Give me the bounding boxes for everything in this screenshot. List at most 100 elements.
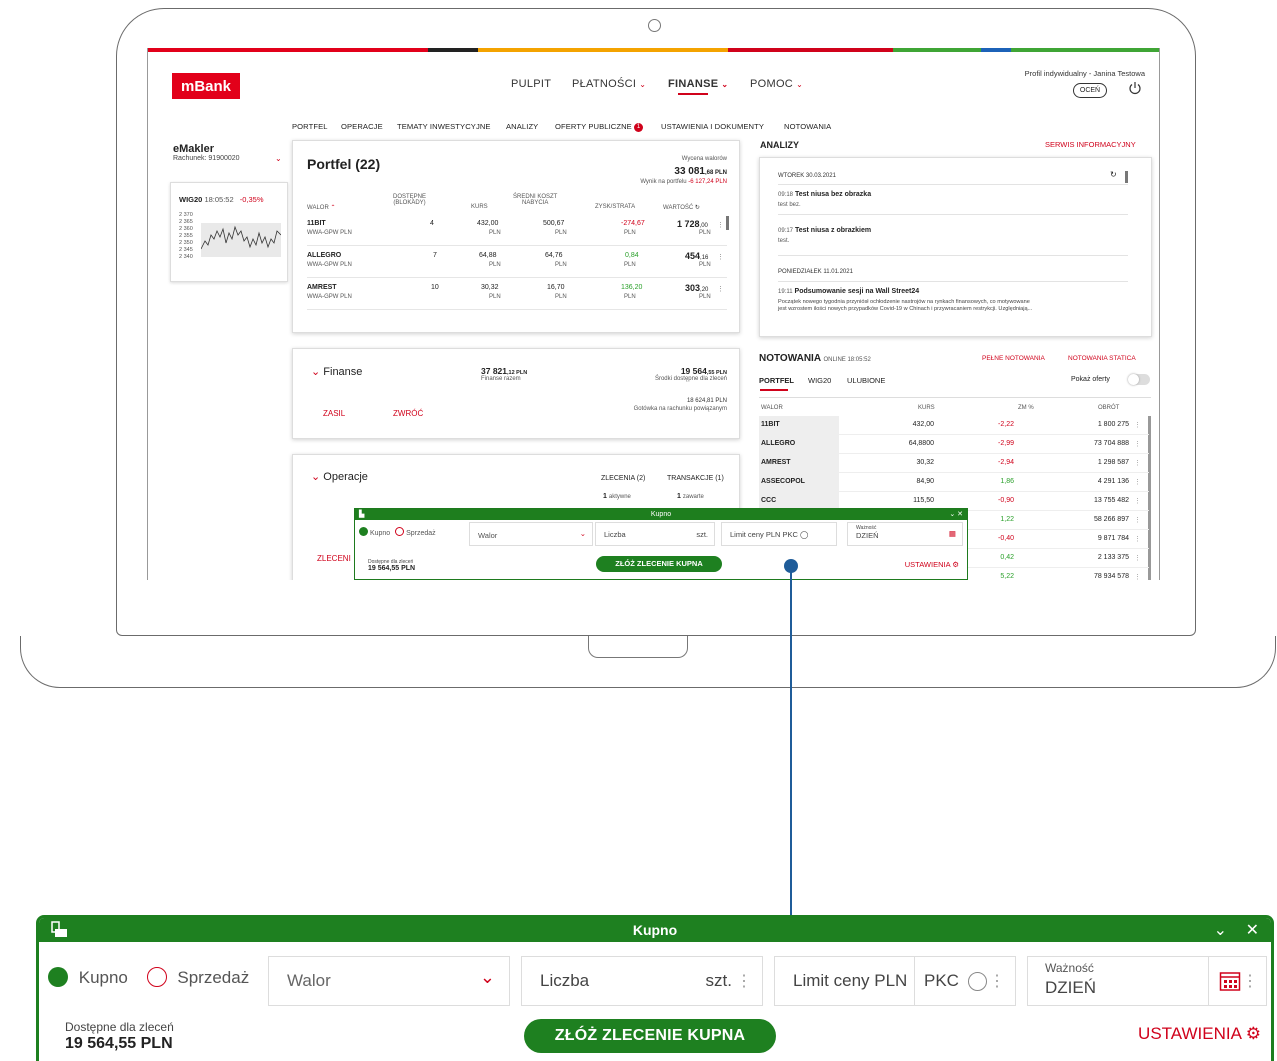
calendar-icon[interactable]: [1219, 970, 1241, 992]
operacje-toggle[interactable]: ⌄ Operacje: [311, 470, 368, 483]
more-icon[interactable]: ⋮: [1134, 535, 1141, 543]
table-row[interactable]: AMREST WWA-GPW PLN 10 30,32 PLN 16,70 PL…: [307, 279, 727, 310]
wig-tick: 2 345: [179, 247, 193, 253]
more-icon[interactable]: ⋮: [1134, 497, 1141, 505]
subnav-portfel[interactable]: PORTFEL: [292, 122, 328, 131]
transakcje-tab[interactable]: TRANSAKCJE (1): [667, 475, 724, 482]
nav-pomoc[interactable]: POMOC ⌄: [750, 78, 803, 90]
more-icon[interactable]: ⋮: [989, 971, 1005, 991]
table-row[interactable]: ASSECOPOL 84,90 1,86 4 291 136 ⋮: [759, 473, 1149, 492]
kurs-value: 84,90: [916, 478, 934, 485]
wig-tick: 2 370: [179, 212, 193, 218]
sell-label[interactable]: Sprzedaż: [177, 968, 249, 987]
more-icon[interactable]: ⋮: [1242, 971, 1258, 991]
waznosc-field[interactable]: Ważność DZIEŃ ⋮: [1027, 956, 1267, 1006]
ocen-button[interactable]: OCEŃ: [1073, 83, 1107, 98]
wig20-sparkline: [201, 223, 281, 257]
mbank-logo[interactable]: mBank: [172, 73, 240, 99]
news-item[interactable]: 09:17 Test niusa z obrazkiem: [778, 227, 871, 234]
tab-wig20[interactable]: WIG20: [808, 376, 831, 385]
news-item[interactable]: 09:18 Test niusa bez obrazka: [778, 191, 871, 198]
wig-tick: 2 355: [179, 233, 193, 239]
more-icon[interactable]: ⋮: [1134, 516, 1141, 524]
buy-radio-icon[interactable]: [48, 967, 68, 987]
subnav-notowania[interactable]: NOTOWANIA: [784, 122, 831, 131]
subnav-oferty[interactable]: OFERTY PUBLICZNE 1: [555, 122, 644, 132]
zm-value: 0,42: [1000, 554, 1014, 561]
tab-portfel[interactable]: PORTFEL: [759, 376, 794, 385]
col-zm: ZM %: [1018, 405, 1034, 411]
mini-order-bar: Kupno ▙ ⌄ ✕ Kupno Sprzedaż Walor ⌄ Liczba…: [354, 508, 968, 580]
col-walor[interactable]: WALOR ⌃: [307, 204, 335, 211]
logout-icon[interactable]: [1128, 81, 1142, 95]
finanse-toggle[interactable]: ⌄ Finanse: [311, 365, 362, 378]
table-row[interactable]: ALLEGRO 64,8800 -2,99 73 704 888 ⋮: [759, 435, 1149, 454]
finanse-total: 37 821,12 PLN: [481, 366, 528, 376]
subnav-analizy[interactable]: ANALIZY: [506, 122, 538, 131]
zlecenia-tab[interactable]: ZLECENIA (2): [601, 475, 645, 482]
wig20-card[interactable]: WIG20 18:05:52 -0,35% 2 370 2 365 2 360 …: [170, 182, 288, 282]
chevron-down-icon[interactable]: ⌄: [275, 154, 282, 163]
subnav-tematy[interactable]: TEMATY INWESTYCYJNE: [397, 122, 491, 131]
limit-input[interactable]: Limit ceny PLN PKC ⋮: [774, 956, 1016, 1006]
more-icon[interactable]: ⋮: [717, 285, 724, 293]
mini-walor-select[interactable]: Walor ⌄: [469, 522, 593, 546]
table-row[interactable]: 11BIT 432,00 -2,22 1 800 275 ⋮: [759, 416, 1149, 435]
mini-submit-button[interactable]: ZŁÓŻ ZLECENIE KUPNA: [596, 556, 722, 572]
mini-waznosc[interactable]: Ważność DZIEŃ ▦: [847, 522, 963, 546]
walor-select[interactable]: Walor ⌄: [268, 956, 510, 1006]
nav-platnosci[interactable]: PŁATNOŚCI ⌄: [572, 78, 646, 90]
pkc-radio-icon[interactable]: [968, 972, 987, 991]
finanse-available: 19 564,55 PLN: [680, 366, 727, 376]
mini-limit-input[interactable]: Limit ceny PLN PKC ◯: [721, 522, 837, 546]
account-number[interactable]: Rachunek: 91900020: [173, 155, 240, 162]
scrollbar[interactable]: [1125, 171, 1128, 183]
minimize-close-icons[interactable]: ⌄ ✕: [949, 509, 963, 520]
mini-settings-link[interactable]: USTAWIENIA ⚙: [905, 560, 959, 569]
mini-liczba-input[interactable]: Liczba szt.: [595, 522, 715, 546]
more-icon[interactable]: ⋮: [1134, 554, 1141, 562]
zasil-button[interactable]: ZASIL: [323, 409, 345, 418]
chevron-down-icon: ⌄: [639, 80, 647, 89]
more-icon[interactable]: ⋮: [736, 971, 752, 991]
more-icon[interactable]: ⋮: [717, 253, 724, 261]
table-row[interactable]: AMREST 30,32 -2,94 1 298 587 ⋮: [759, 454, 1149, 473]
mini-order-type[interactable]: Kupno Sprzedaż: [359, 527, 436, 537]
zm-value: -0,40: [998, 535, 1014, 542]
subnav-ustawienia[interactable]: USTAWIENIA I DOKUMENTY: [661, 122, 764, 131]
tab-ulubione[interactable]: ULUBIONE: [847, 376, 885, 385]
subnav-operacje[interactable]: OPERACJE: [341, 122, 383, 131]
nav-pulpit[interactable]: PULPIT: [511, 78, 551, 90]
close-icon[interactable]: ✕: [1246, 920, 1259, 940]
liczba-input[interactable]: Liczba szt. ⋮: [521, 956, 763, 1006]
more-icon[interactable]: ⋮: [1134, 459, 1141, 467]
more-icon[interactable]: ⋮: [717, 221, 724, 229]
news-item[interactable]: 19:11 Podsumowanie sesji na Wall Street2…: [778, 288, 919, 295]
pelne-notowania-link[interactable]: PEŁNE NOTOWANIA: [982, 355, 1045, 362]
settings-link[interactable]: USTAWIENIA ⚙: [1138, 1024, 1261, 1044]
table-row[interactable]: 11BIT WWA-GPW PLN 4 432,00 PLN 500,67 PL…: [307, 215, 727, 246]
submit-order-button[interactable]: ZŁÓŻ ZLECENIE KUPNA: [524, 1019, 776, 1053]
col-kurs: KURS: [471, 204, 488, 210]
more-icon[interactable]: ⋮: [1134, 573, 1141, 580]
sell-radio-icon[interactable]: [146, 967, 167, 987]
refresh-icon[interactable]: ↻: [1110, 170, 1117, 179]
more-icon[interactable]: ⋮: [1134, 421, 1141, 429]
more-icon[interactable]: ⋮: [1134, 478, 1141, 486]
finanse-cash: 18 624,81 PLN: [686, 398, 727, 404]
notowania-statica-link[interactable]: NOTOWANIA STATICA: [1068, 355, 1136, 362]
profile-name[interactable]: Profil indywidualny - Janina Testowa: [1025, 69, 1145, 78]
show-offers-toggle[interactable]: [1128, 374, 1150, 385]
nav-finanse[interactable]: FINANSE ⌄: [668, 78, 728, 90]
zwroc-button[interactable]: ZWRÓĆ: [393, 409, 423, 418]
zm-value: 1,22: [1000, 516, 1014, 523]
kurs-value: 432,00: [912, 421, 934, 428]
buy-label[interactable]: Kupno: [79, 968, 128, 987]
zlecenia-link[interactable]: ZLECENI: [317, 554, 351, 563]
table-row[interactable]: ALLEGRO WWA-GPW PLN 7 64,88 PLN 64,76 PL…: [307, 247, 727, 278]
kurs-value: 115,50: [913, 497, 934, 504]
order-type-radio[interactable]: Kupno Sprzedaż: [48, 967, 249, 988]
serwis-link[interactable]: SERWIS INFORMACYJNY: [1045, 140, 1136, 149]
more-icon[interactable]: ⋮: [1134, 440, 1141, 448]
minimize-icon[interactable]: ⌄: [1214, 920, 1227, 940]
